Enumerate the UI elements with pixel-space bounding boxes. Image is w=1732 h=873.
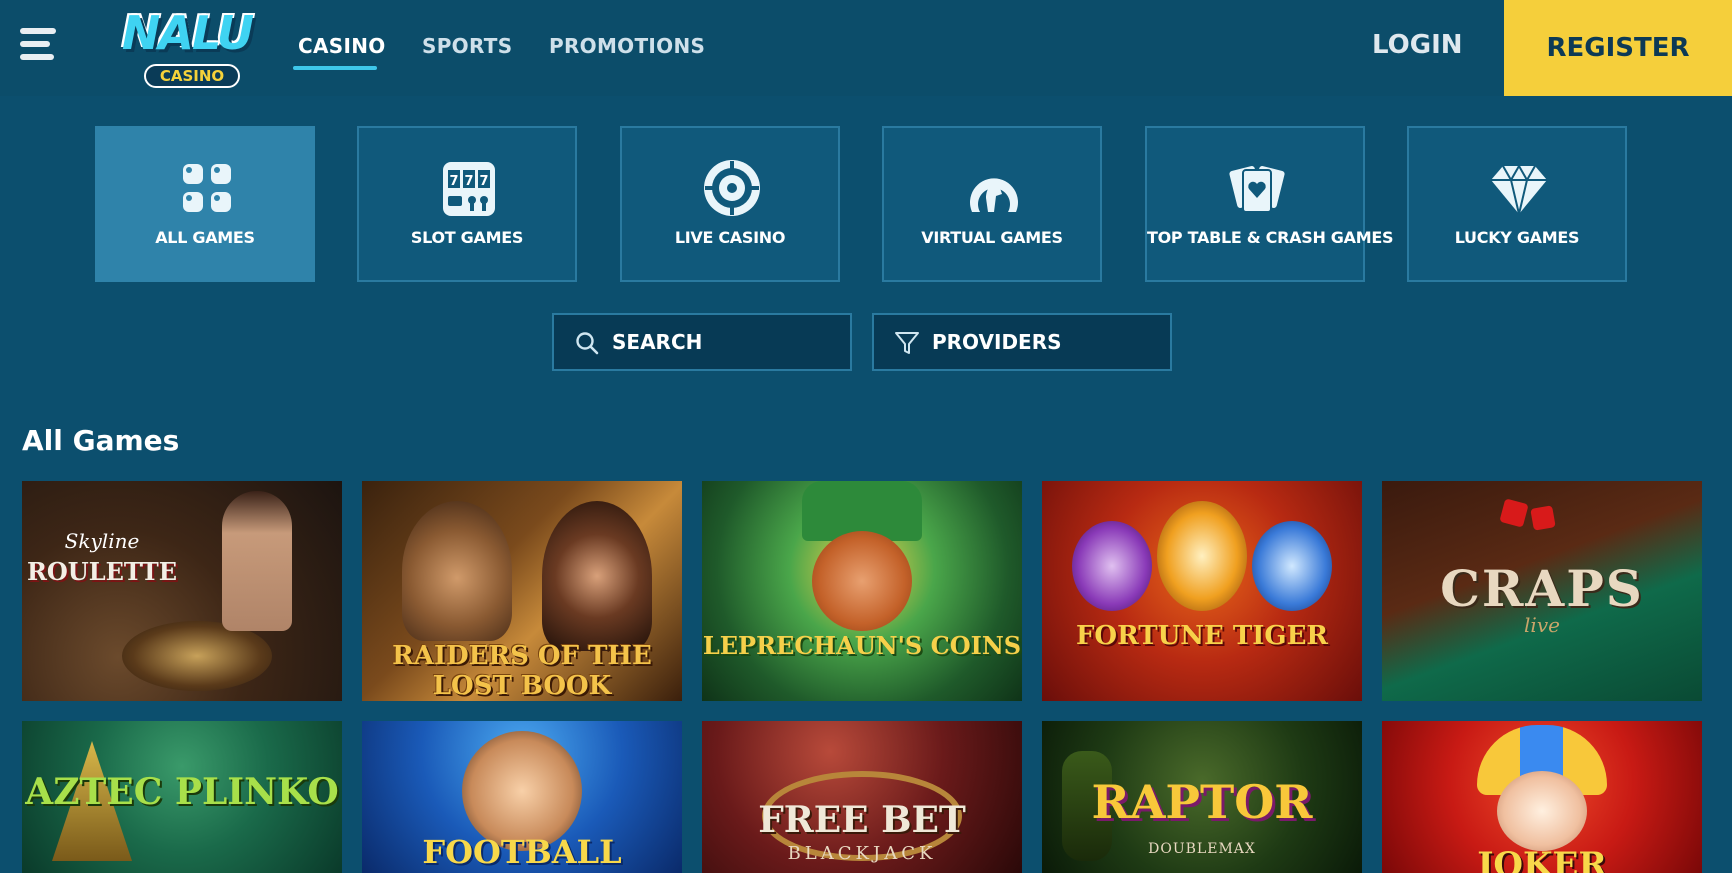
game-title: JOKER <box>1477 845 1607 873</box>
top-navigation-bar: NALU CASINO CASINO SPORTS PROMOTIONS LOG… <box>0 0 1732 96</box>
search-label: SEARCH <box>612 330 703 354</box>
game-title: FREE BET <box>758 799 966 841</box>
die-art <box>1499 498 1529 528</box>
search-input[interactable]: SEARCH <box>552 313 852 371</box>
heroine-character-art <box>542 501 652 651</box>
game-title: ROULETTE <box>26 557 178 586</box>
jester-face-art <box>1497 771 1587 851</box>
hamburger-menu-icon[interactable] <box>20 28 58 66</box>
game-title: FOOTBALL <box>422 833 622 871</box>
category-virtual-games[interactable]: VIRTUAL GAMES <box>882 126 1102 282</box>
category-lucky-games[interactable]: LUCKY GAMES <box>1407 126 1627 282</box>
logo-subtitle: CASINO <box>144 64 240 88</box>
active-nav-underline <box>293 66 377 70</box>
horseshoe-horse-icon <box>970 178 1018 212</box>
category-label: LUCKY GAMES <box>1454 228 1580 247</box>
category-all-games[interactable]: ALL GAMES <box>95 126 315 282</box>
nav-promotions[interactable]: PROMOTIONS <box>549 34 705 58</box>
svg-text:7: 7 <box>479 174 488 189</box>
roulette-wheel-icon <box>704 160 760 216</box>
category-label: TOP TABLE & CRASH GAMES <box>1147 228 1394 247</box>
game-title: RAIDERS OF THE LOST BOOK <box>392 641 652 701</box>
die-art <box>1530 505 1556 531</box>
category-label: VIRTUAL GAMES <box>921 228 1063 247</box>
search-icon <box>576 332 599 355</box>
nav-casino[interactable]: CASINO <box>298 34 386 58</box>
game-tile-joker[interactable]: JOKER <box>1382 721 1702 873</box>
game-title: LEPRECHAUN'S COINS <box>702 631 1022 660</box>
logo-wordmark: NALU <box>121 6 254 60</box>
filter-icon <box>895 332 919 354</box>
grid-icon <box>183 164 231 212</box>
game-subtitle: Skyline <box>64 529 140 553</box>
providers-label: PROVIDERS <box>932 330 1062 354</box>
category-label: ALL GAMES <box>155 228 255 247</box>
game-tile-free-bet-blackjack[interactable]: FREE BET BLACKJACK <box>702 721 1022 873</box>
providers-filter-button[interactable]: PROVIDERS <box>872 313 1172 371</box>
category-live-casino[interactable]: LIVE CASINO <box>620 126 840 282</box>
playing-cards-icon <box>1229 166 1285 213</box>
game-tile-raptor-doublemax[interactable]: RAPTOR DOUBLEMAX <box>1042 721 1362 873</box>
game-title: CRAPS <box>1440 559 1644 618</box>
slot-machine-icon: 7 7 7 <box>443 162 495 216</box>
explorer-character-art <box>402 501 512 641</box>
game-tile-craps-live[interactable]: CRAPS live <box>1382 481 1702 701</box>
category-label: SLOT GAMES <box>410 228 524 247</box>
login-button[interactable]: LOGIN <box>1372 30 1463 60</box>
category-slot-games[interactable]: 7 7 7 SLOT GAMES <box>357 126 577 282</box>
blue-tiger-art <box>1252 521 1332 611</box>
category-top-table-crash-games[interactable]: TOP TABLE & CRASH GAMES <box>1145 126 1394 282</box>
svg-text:7: 7 <box>449 174 458 189</box>
game-tile-leprechauns-coins[interactable]: LEPRECHAUN'S COINS <box>702 481 1022 701</box>
register-button[interactable]: REGISTER <box>1504 0 1732 96</box>
diamond-icon <box>1491 163 1547 215</box>
game-tile-raiders-lost-book[interactable]: RAIDERS OF THE LOST BOOK <box>362 481 682 701</box>
purple-tiger-art <box>1072 521 1152 611</box>
nav-sports[interactable]: SPORTS <box>422 34 512 58</box>
game-tile-aztec-plinko[interactable]: AZTEC PLINKO <box>22 721 342 873</box>
nalu-casino-logo[interactable]: NALU CASINO <box>104 6 270 90</box>
game-subtitle: DOUBLEMAX <box>1148 841 1256 857</box>
roulette-wheel-art <box>122 621 272 691</box>
game-title: AZTEC PLINKO <box>25 771 339 813</box>
game-title: RAPTOR <box>1091 775 1313 829</box>
game-subtitle: BLACKJACK <box>787 843 937 864</box>
game-tile-football[interactable]: FOOTBALL <box>362 721 682 873</box>
leprechaun-face-art <box>812 531 912 631</box>
section-title: All Games <box>22 424 180 457</box>
svg-text:7: 7 <box>464 174 473 189</box>
game-tile-fortune-tiger[interactable]: FORTUNE TIGER <box>1042 481 1362 701</box>
game-subtitle: live <box>1524 613 1560 637</box>
gold-tiger-art <box>1157 501 1247 611</box>
game-tile-skyline-roulette[interactable]: Skyline ROULETTE <box>22 481 342 701</box>
game-title: FORTUNE TIGER <box>1075 621 1329 651</box>
category-label: LIVE CASINO <box>674 228 786 247</box>
